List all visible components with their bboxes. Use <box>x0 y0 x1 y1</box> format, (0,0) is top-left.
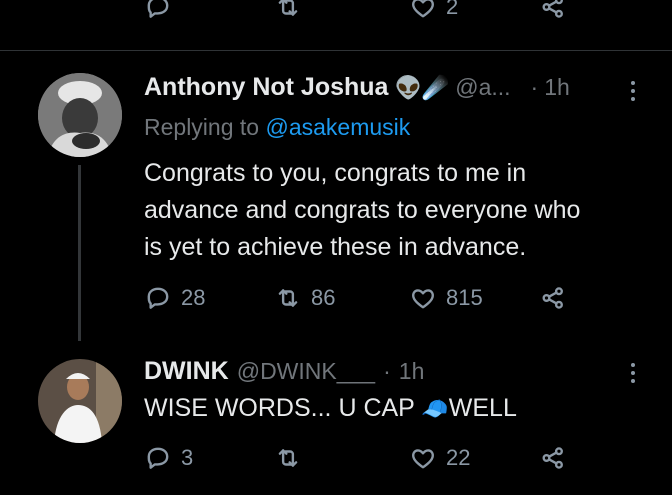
author-name[interactable]: DWINK <box>144 357 229 386</box>
like-count: 2 <box>446 0 459 19</box>
separator: · <box>530 74 539 100</box>
author-handle[interactable]: @DWINK___ <box>237 358 375 385</box>
like-button[interactable]: 2 <box>410 0 458 20</box>
retweet-icon <box>278 289 298 307</box>
reply-icon <box>147 0 169 18</box>
avatar-image <box>38 359 122 443</box>
tweet-text-line: is yet to achieve these in advance. <box>144 233 527 261</box>
avatar-image <box>38 73 122 157</box>
retweet-button[interactable] <box>275 445 311 471</box>
replying-label: Replying to <box>144 114 260 140</box>
tweet-text-after: WELL <box>448 394 517 422</box>
author-name[interactable]: Anthony Not Joshua <box>144 73 388 102</box>
author-emojis: 👽☄️ <box>394 75 450 100</box>
like-icon <box>412 449 434 469</box>
share-icon <box>542 447 563 469</box>
avatar[interactable] <box>38 73 122 157</box>
top-tweet-action-bar: 2 <box>0 0 672 50</box>
like-button[interactable]: 815 <box>410 285 483 311</box>
tweet-text-line: advance and congrats to everyone who <box>144 196 581 224</box>
tweet-text-before: WISE WORDS... U CAP <box>144 394 415 422</box>
share-icon <box>542 287 563 309</box>
share-button[interactable] <box>540 445 566 471</box>
share-button[interactable] <box>540 0 566 20</box>
replying-to-link[interactable]: @asakemusik <box>265 114 410 140</box>
separator: · <box>383 358 391 384</box>
reply-button[interactable]: 28 <box>145 285 205 311</box>
share-button[interactable] <box>540 285 566 311</box>
reply-count: 3 <box>181 445 194 470</box>
like-button[interactable]: 22 <box>410 445 470 471</box>
cap-emoji: 🧢 <box>421 396 449 421</box>
timestamp[interactable]: 1h <box>544 74 570 101</box>
like-icon <box>412 289 434 309</box>
author-handle[interactable]: @a... <box>455 74 510 101</box>
more-icon[interactable] <box>631 81 637 101</box>
like-count: 815 <box>446 285 483 310</box>
tweet-text-line: Congrats to you, congrats to me in <box>144 159 527 187</box>
reply-icon <box>147 447 169 469</box>
tweet-dwink[interactable]: DWINK @DWINK___ · 1h WISE WORDS... U CAP… <box>0 341 672 495</box>
reply-icon <box>147 287 169 309</box>
avatar[interactable] <box>38 359 122 443</box>
retweet-icon <box>278 449 298 467</box>
reply-count: 28 <box>181 285 206 310</box>
tweet-text: WISE WORDS... U CAP 🧢WELL <box>144 394 517 423</box>
retweet-button[interactable]: 86 <box>275 285 335 311</box>
like-count: 22 <box>446 445 471 470</box>
retweet-count: 86 <box>311 285 336 310</box>
tweet-anthony[interactable]: Anthony Not Joshua 👽☄️ @a... · 1h Replyi… <box>0 51 672 341</box>
retweet-icon <box>278 0 298 16</box>
thread-line <box>78 165 81 341</box>
tweet-text: Congrats to you, congrats to me in advan… <box>144 155 580 266</box>
retweet-button[interactable] <box>275 0 311 20</box>
like-icon <box>412 0 434 18</box>
reply-button[interactable]: 3 <box>145 445 193 471</box>
timestamp[interactable]: 1h <box>399 358 425 385</box>
share-icon <box>542 0 563 18</box>
more-icon[interactable] <box>631 363 637 383</box>
reply-button[interactable] <box>145 0 181 20</box>
